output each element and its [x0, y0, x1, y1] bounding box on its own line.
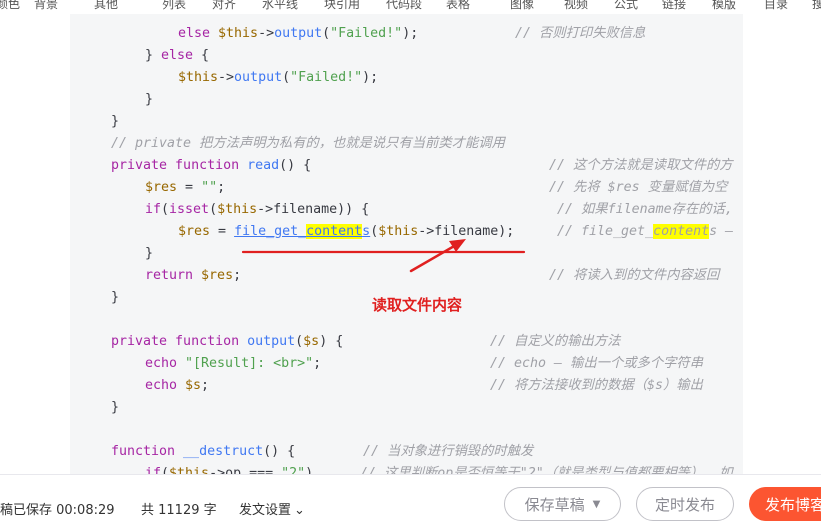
save-draft-button[interactable]: 保存草稿 ▼: [504, 487, 621, 521]
chevron-down-icon: ⌄: [294, 503, 305, 518]
publish-bar: 稿已保存 00:08:29 共 11129 字 发文设置 ⌄ 保存草稿 ▼ 定时发布…: [0, 474, 821, 524]
post-settings-dropdown[interactable]: 发文设置 ⌄: [239, 499, 305, 518]
autosave-status: 稿已保存 00:08:29: [0, 503, 115, 518]
annotation-arrow-icon: [241, 239, 526, 273]
caret-down-icon: ▼: [592, 498, 601, 510]
code-block[interactable]: else $this->output("Failed!"); // 否则打印失败…: [0, 0, 821, 474]
annotation-label: 读取文件内容: [372, 296, 463, 314]
schedule-publish-button[interactable]: 定时发布: [636, 487, 734, 521]
word-count: 共 11129 字: [141, 503, 217, 518]
publish-blog-button[interactable]: 发布博客: [749, 487, 821, 521]
